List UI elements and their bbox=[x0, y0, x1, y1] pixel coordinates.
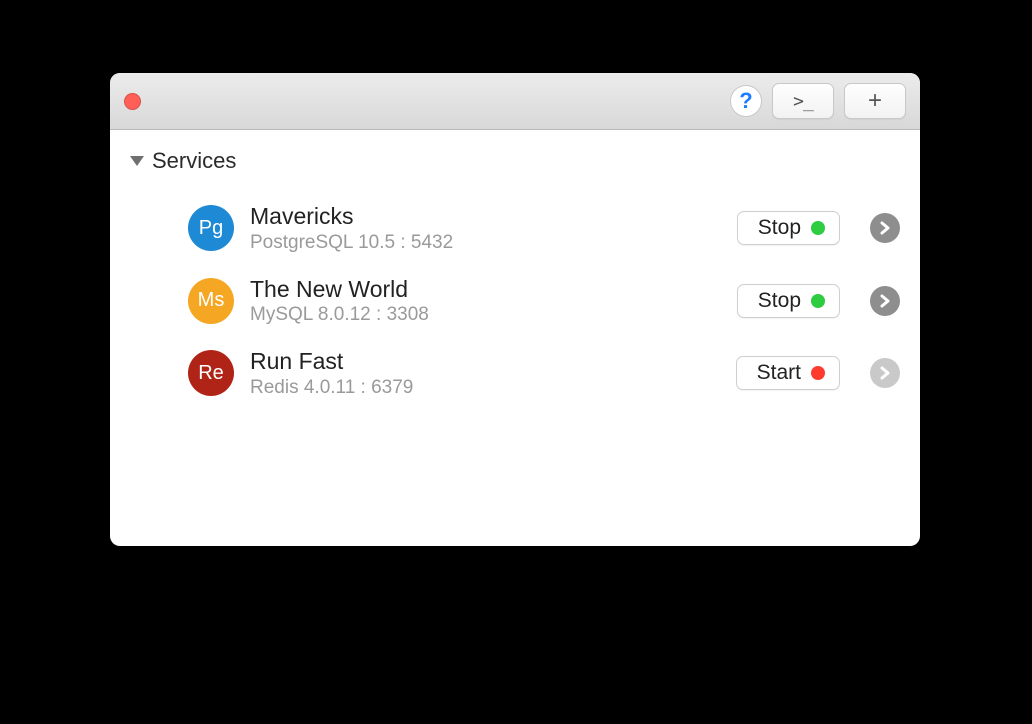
section-title: Services bbox=[152, 148, 236, 174]
add-button[interactable]: + bbox=[844, 83, 906, 119]
window-controls bbox=[124, 93, 141, 110]
service-row[interactable]: Pg MavericksPostgreSQL 10.5 : 5432 Stop bbox=[130, 192, 900, 265]
services-list: Pg MavericksPostgreSQL 10.5 : 5432 Stop Ms T… bbox=[130, 192, 900, 410]
service-row[interactable]: Ms The New WorldMySQL 8.0.12 : 3308 Stop bbox=[130, 265, 900, 338]
stop-button[interactable]: Stop bbox=[737, 284, 840, 318]
service-name: Mavericks bbox=[250, 202, 721, 231]
app-window: ? >_ + Services Pg MavericksPostgreSQL 10… bbox=[110, 73, 920, 546]
service-text: The New WorldMySQL 8.0.12 : 3308 bbox=[250, 275, 721, 328]
action-label: Start bbox=[757, 361, 801, 385]
disclosure-triangle-icon bbox=[130, 156, 144, 166]
titlebar: ? >_ + bbox=[110, 73, 920, 130]
service-icon: Pg bbox=[188, 205, 234, 251]
service-text: Run FastRedis 4.0.11 : 6379 bbox=[250, 347, 720, 400]
start-button[interactable]: Start bbox=[736, 356, 840, 390]
status-indicator bbox=[811, 221, 825, 235]
open-arrow-icon[interactable] bbox=[870, 213, 900, 243]
service-icon: Re bbox=[188, 350, 234, 396]
service-row[interactable]: Re Run FastRedis 4.0.11 : 6379 Start bbox=[130, 337, 900, 410]
service-subtitle: PostgreSQL 10.5 : 5432 bbox=[250, 231, 721, 255]
action-label: Stop bbox=[758, 216, 801, 240]
content-area: Services Pg MavericksPostgreSQL 10.5 : 54… bbox=[110, 130, 920, 410]
terminal-icon: >_ bbox=[793, 91, 813, 112]
status-indicator bbox=[811, 294, 825, 308]
close-window-button[interactable] bbox=[124, 93, 141, 110]
open-arrow-icon[interactable] bbox=[870, 286, 900, 316]
action-label: Stop bbox=[758, 289, 801, 313]
service-subtitle: Redis 4.0.11 : 6379 bbox=[250, 376, 720, 400]
service-subtitle: MySQL 8.0.12 : 3308 bbox=[250, 303, 721, 327]
service-icon: Ms bbox=[188, 278, 234, 324]
open-arrow-icon bbox=[870, 358, 900, 388]
service-name: The New World bbox=[250, 275, 721, 304]
terminal-button[interactable]: >_ bbox=[772, 83, 834, 119]
plus-icon: + bbox=[868, 89, 882, 113]
help-button[interactable]: ? bbox=[730, 85, 762, 117]
section-header[interactable]: Services bbox=[130, 148, 900, 174]
service-text: MavericksPostgreSQL 10.5 : 5432 bbox=[250, 202, 721, 255]
help-icon: ? bbox=[739, 88, 752, 114]
status-indicator bbox=[811, 366, 825, 380]
service-name: Run Fast bbox=[250, 347, 720, 376]
stop-button[interactable]: Stop bbox=[737, 211, 840, 245]
